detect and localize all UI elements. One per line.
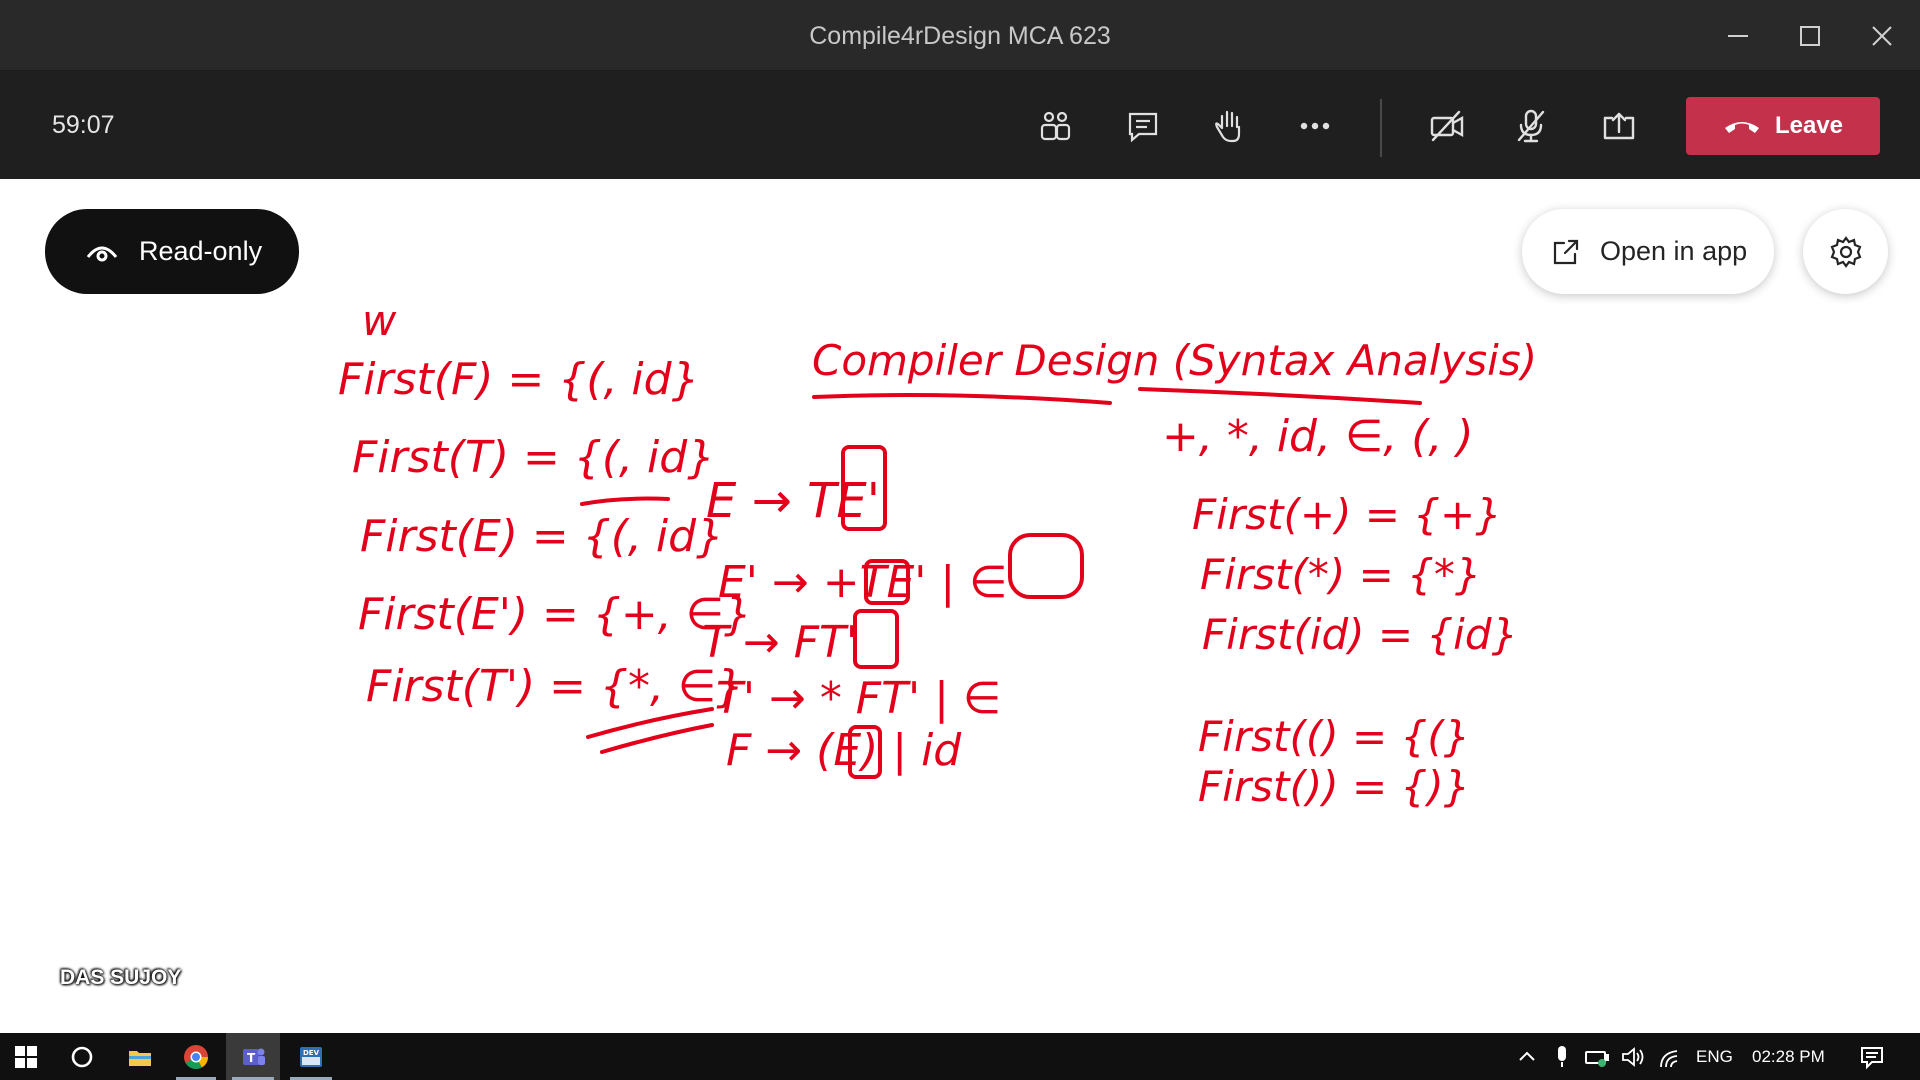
chat-icon <box>1128 112 1158 143</box>
share-button[interactable] <box>1586 93 1652 159</box>
window-title: Compile4rDesign MCA 623 <box>809 22 1111 50</box>
dev-app-button[interactable]: DEV <box>284 1033 338 1080</box>
more-icon <box>1300 122 1330 130</box>
meeting-timer: 59:07 <box>52 111 115 139</box>
chevron-up-icon <box>1519 1051 1535 1061</box>
whiteboard: w Compiler Design (Syntax Analysis) Firs… <box>0 179 1920 1033</box>
file-explorer-button[interactable] <box>114 1033 166 1080</box>
svg-text:DEV: DEV <box>303 1049 320 1057</box>
first-set-left-5: First(T') = {*, ∈} <box>366 661 744 712</box>
phone-hangup-icon <box>1724 122 1759 133</box>
people-icon <box>1040 111 1071 141</box>
dev-app-icon: DEV <box>300 1046 322 1067</box>
first-set-right-5: First()) = {)} <box>1198 762 1470 811</box>
mic-off-icon <box>1517 109 1545 143</box>
close-button[interactable] <box>1852 14 1912 58</box>
ink-box-epsilon <box>1008 533 1084 599</box>
grammar-rule-5: F → (E) | id <box>726 725 962 776</box>
raise-hand-button[interactable] <box>1196 93 1262 159</box>
minimize-icon <box>1728 35 1748 37</box>
network-tray-button[interactable] <box>1656 1033 1686 1080</box>
presenter-name: DAS SUJOY <box>60 966 182 989</box>
whiteboard-ink: w Compiler Design (Syntax Analysis) Firs… <box>338 296 1537 811</box>
first-set-left-2: First(T) = {(, id} <box>352 432 715 483</box>
heading-underline-2 <box>1138 387 1422 405</box>
notifications-button[interactable] <box>1852 1033 1892 1080</box>
grammar-rule-4: T' → * FT' | ∈ <box>716 673 1001 724</box>
open-in-app-label: Open in app <box>1600 236 1748 266</box>
start-button[interactable] <box>0 1033 52 1080</box>
grammar-rule-3: T → FT' <box>702 617 858 668</box>
ink-box-F <box>853 609 899 669</box>
more-actions-button[interactable] <box>1282 93 1348 159</box>
camera-off-icon <box>1430 110 1464 142</box>
wifi-icon <box>1660 1049 1678 1067</box>
language-indicator[interactable]: ENG <box>1696 1047 1733 1067</box>
windows-start-icon <box>15 1045 37 1068</box>
battery-tray-button[interactable] <box>1582 1033 1612 1080</box>
maximize-icon <box>1800 26 1820 46</box>
first-set-right-2: First(*) = {*} <box>1200 550 1482 599</box>
first-set-right-1: First(+) = {+} <box>1192 490 1502 539</box>
chrome-button[interactable] <box>170 1033 222 1080</box>
double-underline-1 <box>586 707 714 739</box>
first-set-overline <box>580 496 670 506</box>
microphone-icon <box>1558 1045 1566 1067</box>
gear-icon <box>1830 235 1861 268</box>
first-set-right-4: First(() = {(} <box>1198 712 1470 761</box>
speaker-icon <box>1622 1046 1644 1067</box>
first-set-right-3: First(id) = {id} <box>1202 610 1518 659</box>
svg-text:T: T <box>247 1051 256 1065</box>
chat-button[interactable] <box>1110 93 1176 159</box>
ink-heading: Compiler Design (Syntax Analysis) <box>812 336 1537 385</box>
microphone-tray-button[interactable] <box>1548 1033 1576 1080</box>
read-only-label: Read-only <box>139 236 263 266</box>
taskbar-clock[interactable]: 02:28 PM <box>1752 1047 1825 1067</box>
windows-taskbar: T DEV ENG 02:28 PM <box>0 1033 1920 1080</box>
close-icon <box>1872 26 1892 46</box>
share-icon <box>1603 112 1635 140</box>
tray-overflow-button[interactable] <box>1512 1033 1542 1080</box>
window-title-bar: Compile4rDesign MCA 623 <box>0 0 1920 71</box>
chrome-icon <box>184 1044 208 1069</box>
settings-button[interactable] <box>1803 209 1888 294</box>
file-explorer-icon <box>129 1050 151 1066</box>
ink-terminals: +, *, id, ∈, (, ) <box>1162 411 1474 462</box>
meeting-toolbar: 59:07 Leave <box>0 71 1920 179</box>
toolbar-separator <box>1380 99 1382 157</box>
search-circle-icon <box>71 1046 93 1067</box>
teams-button[interactable]: T <box>226 1033 280 1080</box>
first-set-left-1: First(F) = {(, id} <box>338 354 700 405</box>
ink-top-mark: w <box>362 296 397 345</box>
camera-button[interactable] <box>1414 93 1480 159</box>
first-set-left-3: First(E) = {(, id} <box>360 511 724 562</box>
leave-label: Leave <box>1774 112 1844 139</box>
grammar-rule-2: E' → +TE' | ∈ <box>718 557 1008 608</box>
first-set-left-4: First(E') = {+, ∈} <box>358 589 752 640</box>
search-button[interactable] <box>56 1033 108 1080</box>
notification-icon <box>1861 1046 1883 1069</box>
teams-icon: T <box>243 1048 265 1065</box>
eye-icon <box>86 246 118 261</box>
heading-underline-1 <box>812 393 1112 405</box>
read-only-indicator: Read-only <box>45 209 299 294</box>
minimize-button[interactable] <box>1708 14 1768 58</box>
screen: Compile4rDesign MCA 623 59:07 Leave w Co… <box>0 0 1920 1080</box>
grammar-rule-1: E → TE' <box>706 473 880 529</box>
leave-button[interactable]: Leave <box>1686 97 1880 155</box>
mic-button[interactable] <box>1498 93 1564 159</box>
open-external-icon <box>1553 239 1579 264</box>
maximize-button[interactable] <box>1780 14 1840 58</box>
participants-button[interactable] <box>1022 93 1088 159</box>
battery-charging-icon <box>1585 1050 1609 1067</box>
volume-tray-button[interactable] <box>1618 1033 1648 1080</box>
hand-icon <box>1215 110 1241 143</box>
open-in-app-button[interactable]: Open in app <box>1522 209 1774 294</box>
